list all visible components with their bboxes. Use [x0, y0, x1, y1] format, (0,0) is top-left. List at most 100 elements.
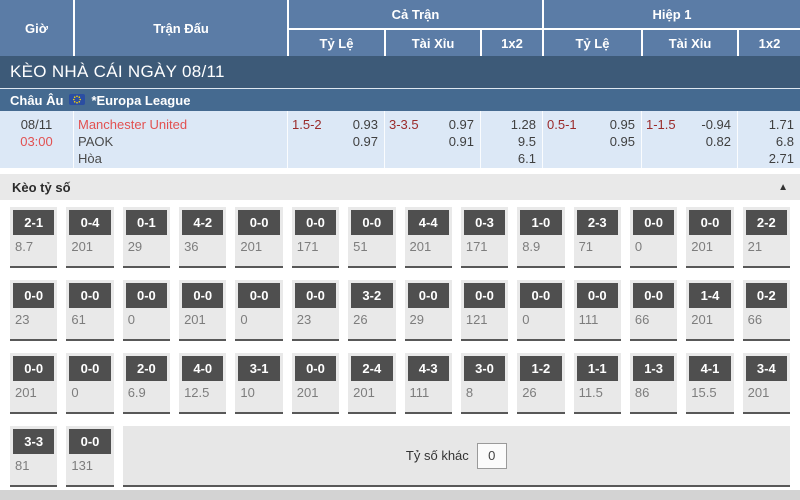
- ft-1x2-home[interactable]: 1.28: [511, 116, 536, 133]
- score-bet-cell[interactable]: 4-115.5: [686, 353, 733, 414]
- score-bet-cell[interactable]: 0-0171: [292, 207, 339, 268]
- score-bet-cell[interactable]: 3-226: [348, 280, 395, 341]
- score-bet-cell[interactable]: 0-4201: [66, 207, 113, 268]
- collapse-arrow-icon[interactable]: ▲: [778, 182, 788, 193]
- score-bet-cell[interactable]: 1-4201: [686, 280, 733, 341]
- ft-handicap-odds[interactable]: 1.5-2 0.93 0.97: [287, 111, 384, 168]
- score-bet-cell[interactable]: 3-08: [461, 353, 508, 414]
- other-score-label: Tỷ số khác: [406, 448, 469, 463]
- score-bet-cell[interactable]: 0-129: [123, 207, 170, 268]
- score-label: 4-1: [689, 356, 730, 381]
- other-score-value-box[interactable]: 0: [477, 443, 507, 469]
- odds-table-header: Giờ Trận Đấu Cả Trận Hiệp 1 Tỷ Lệ Tài Xỉ…: [0, 0, 800, 56]
- score-odds-value: 71: [574, 235, 621, 254]
- h1-1x2-home[interactable]: 1.71: [769, 116, 794, 133]
- column-group-full-time: Cả Trận: [287, 0, 542, 28]
- score-bet-cell[interactable]: 0-066: [630, 280, 677, 341]
- score-bet-cell[interactable]: 0-0201: [292, 353, 339, 414]
- h1-under-odds[interactable]: 0.82: [701, 133, 731, 150]
- ft-1x2-odds[interactable]: 1.28 9.5 6.1: [480, 111, 542, 168]
- score-bet-cell[interactable]: 2-221: [743, 207, 790, 268]
- score-label: 1-1: [577, 356, 618, 381]
- score-bet-cell[interactable]: 0-061: [66, 280, 113, 341]
- h1-1x2-odds[interactable]: 1.71 6.8 2.71: [737, 111, 800, 168]
- score-label: 0-4: [69, 210, 110, 235]
- h1-1x2-draw[interactable]: 6.8: [769, 133, 794, 150]
- h1-1x2-values: 1.71 6.8 2.71: [769, 116, 794, 168]
- h1-overunder-values: -0.94 0.82: [701, 116, 731, 168]
- score-label: 0-0: [13, 356, 54, 381]
- ft-overunder-odds[interactable]: 3-3.5 0.97 0.91: [384, 111, 480, 168]
- score-bet-cell[interactable]: 0-00: [630, 207, 677, 268]
- ft-handicap-under[interactable]: 0.97: [353, 133, 378, 150]
- score-bet-cell[interactable]: 0-00: [517, 280, 564, 341]
- score-bet-cell[interactable]: 0-3171: [461, 207, 508, 268]
- score-bet-cell[interactable]: 1-111.5: [574, 353, 621, 414]
- score-bet-cell[interactable]: 4-4201: [405, 207, 452, 268]
- h1-overunder-odds[interactable]: 1-1.5 -0.94 0.82: [641, 111, 737, 168]
- bottom-scrollbar-track[interactable]: [0, 490, 800, 500]
- score-bet-cell[interactable]: 1-226: [517, 353, 564, 414]
- score-bet-cell[interactable]: 0-0111: [574, 280, 621, 341]
- score-section-header[interactable]: Kèo tỷ số ▲: [0, 174, 800, 200]
- score-bet-cell[interactable]: 1-08.9: [517, 207, 564, 268]
- score-bet-cell[interactable]: 2-371: [574, 207, 621, 268]
- h1-overunder-line: 1-1.5: [646, 116, 676, 168]
- score-bet-cell[interactable]: 0-00: [235, 280, 282, 341]
- score-label: 0-3: [464, 210, 505, 235]
- score-bet-cell[interactable]: 3-381: [10, 426, 57, 487]
- score-bet-cell[interactable]: 0-0131: [66, 426, 113, 487]
- ft-1x2-draw[interactable]: 9.5: [511, 133, 536, 150]
- h1-handicap-under[interactable]: 0.95: [610, 133, 635, 150]
- score-bet-cell[interactable]: 3-110: [235, 353, 282, 414]
- score-label: 0-0: [13, 283, 54, 308]
- h1-handicap-odds[interactable]: 0.5-1 0.95 0.95: [542, 111, 641, 168]
- score-bet-cell[interactable]: 4-012.5: [179, 353, 226, 414]
- score-bet-cell[interactable]: 1-386: [630, 353, 677, 414]
- score-bet-cell[interactable]: 0-029: [405, 280, 452, 341]
- score-label: 0-0: [408, 283, 449, 308]
- column-header-ft-handicap: Tỷ Lệ: [287, 28, 384, 56]
- score-label: 2-3: [577, 210, 618, 235]
- score-odds-value: 29: [405, 308, 452, 327]
- score-label: 0-0: [689, 210, 730, 235]
- ft-handicap-over[interactable]: 0.93: [353, 116, 378, 133]
- score-bet-cell[interactable]: 0-266: [743, 280, 790, 341]
- score-bet-cell[interactable]: 2-18.7: [10, 207, 57, 268]
- score-bet-cell[interactable]: 0-051: [348, 207, 395, 268]
- score-odds-value: 66: [743, 308, 790, 327]
- score-bet-cell[interactable]: 0-00: [123, 280, 170, 341]
- league-row[interactable]: Châu Âu *Europa League: [0, 88, 800, 111]
- score-bet-cell[interactable]: 0-0201: [235, 207, 282, 268]
- score-label: 3-2: [351, 283, 392, 308]
- h1-over-odds[interactable]: -0.94: [701, 116, 731, 133]
- ft-1x2-away[interactable]: 6.1: [511, 150, 536, 167]
- ft-over-odds[interactable]: 0.97: [449, 116, 474, 133]
- draw-label: Hòa: [78, 150, 287, 167]
- h1-handicap-over[interactable]: 0.95: [610, 116, 635, 133]
- score-label: 4-2: [182, 210, 223, 235]
- home-team-link[interactable]: Manchester United: [78, 116, 287, 133]
- ft-overunder-line: 3-3.5: [389, 116, 419, 168]
- score-label: 0-0: [577, 283, 618, 308]
- score-bet-cell[interactable]: 0-023: [10, 280, 57, 341]
- score-bet-cell[interactable]: 0-0201: [179, 280, 226, 341]
- h1-1x2-away[interactable]: 2.71: [769, 150, 794, 167]
- score-bet-cell[interactable]: 0-00: [66, 353, 113, 414]
- score-odds-value: 201: [686, 235, 733, 254]
- score-bet-cell[interactable]: 0-0201: [10, 353, 57, 414]
- ft-under-odds[interactable]: 0.91: [449, 133, 474, 150]
- league-region: Châu Âu: [10, 93, 63, 108]
- score-bet-cell[interactable]: 0-0121: [461, 280, 508, 341]
- score-bet-cell[interactable]: 3-4201: [743, 353, 790, 414]
- column-header-h1-overunder: Tài Xỉu: [641, 28, 737, 56]
- away-team-link[interactable]: PAOK: [78, 133, 287, 150]
- score-label: 4-3: [408, 356, 449, 381]
- score-bet-cell[interactable]: 4-3111: [405, 353, 452, 414]
- score-odds-value: 201: [179, 308, 226, 327]
- score-bet-cell[interactable]: 4-236: [179, 207, 226, 268]
- score-bet-cell[interactable]: 2-4201: [348, 353, 395, 414]
- score-bet-cell[interactable]: 0-0201: [686, 207, 733, 268]
- score-bet-cell[interactable]: 0-023: [292, 280, 339, 341]
- score-bet-cell[interactable]: 2-06.9: [123, 353, 170, 414]
